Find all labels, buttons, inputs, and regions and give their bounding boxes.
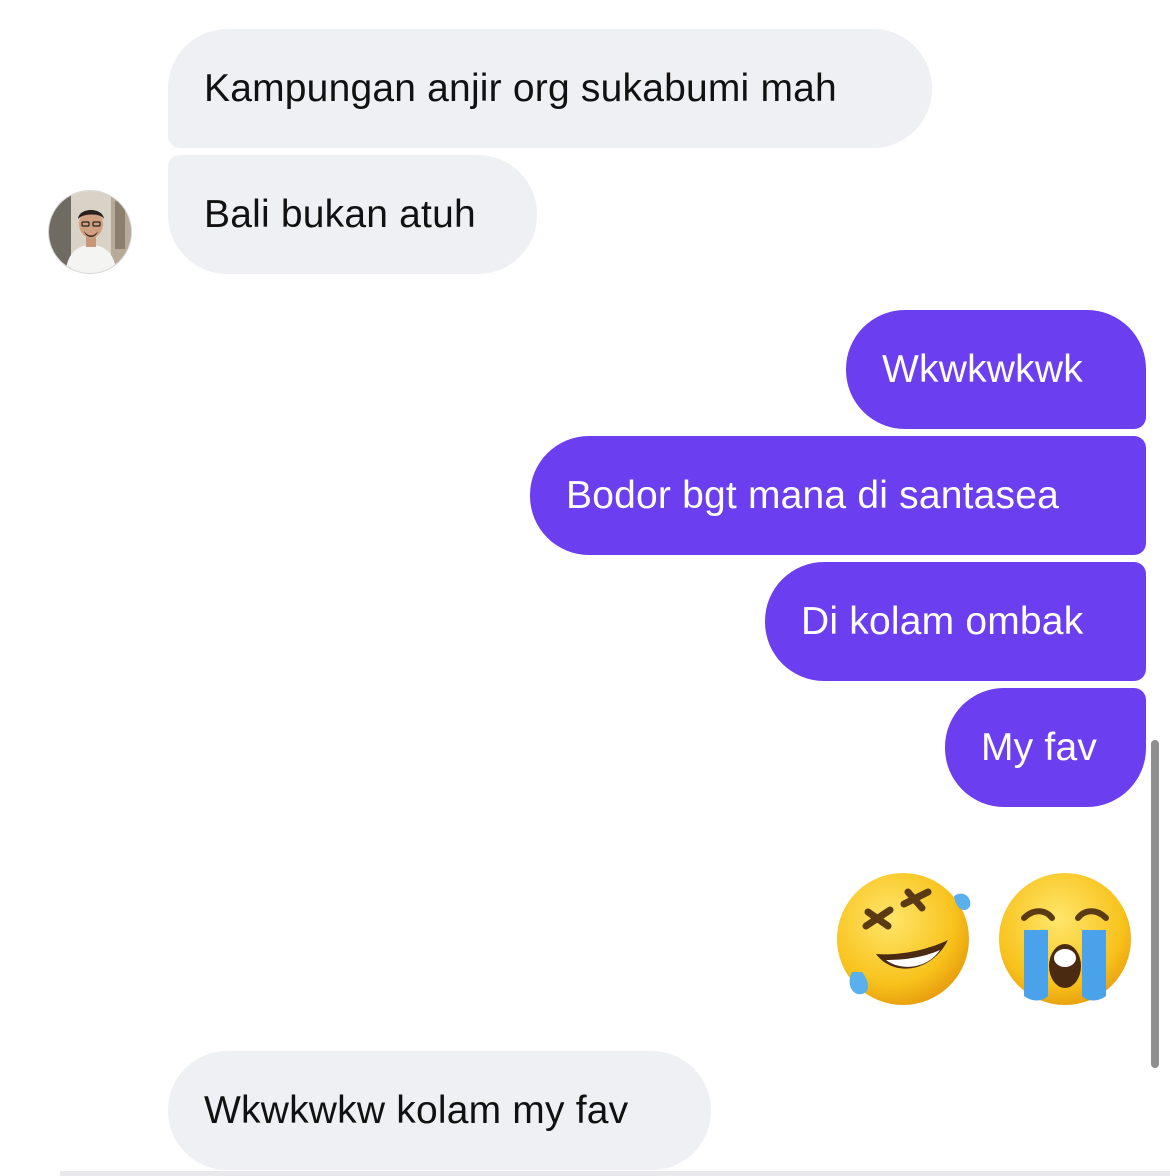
message-text: Bali bukan atuh [204, 192, 476, 236]
message-text: Kampungan anjir org sukabumi mah [204, 66, 837, 110]
sender-avatar[interactable] [48, 190, 132, 274]
message-text: Di kolam ombak [801, 599, 1084, 643]
loudly-crying-face-emoji[interactable] [994, 868, 1136, 1010]
message-text: My fav [981, 725, 1098, 769]
outgoing-message-bubble[interactable]: Bodor bgt mana di santasea [530, 436, 1146, 555]
incoming-message-bubble[interactable]: Bali bukan atuh [168, 155, 537, 274]
incoming-message-bubble[interactable]: Wkwkwkw kolam my fav [168, 1051, 711, 1170]
message-text: Wkwkwkw kolam my fav [204, 1088, 629, 1132]
avatar-photo [49, 191, 131, 273]
outgoing-message-bubble[interactable]: Di kolam ombak [765, 562, 1146, 681]
outgoing-message-bubble[interactable]: Wkwkwkwk [846, 310, 1146, 429]
scrollbar[interactable] [1151, 740, 1159, 1068]
crying-face-icon [999, 873, 1131, 1005]
incoming-message-bubble[interactable]: Kampungan anjir org sukabumi mah [168, 29, 932, 148]
outgoing-message-bubble[interactable]: My fav [945, 688, 1146, 807]
message-text: Bodor bgt mana di santasea [566, 473, 1060, 517]
message-text: Wkwkwkwk [882, 347, 1083, 391]
rolling-laughing-icon [837, 873, 971, 1005]
rolling-on-the-floor-laughing-emoji[interactable] [832, 868, 974, 1010]
input-area-divider [60, 1171, 1170, 1176]
